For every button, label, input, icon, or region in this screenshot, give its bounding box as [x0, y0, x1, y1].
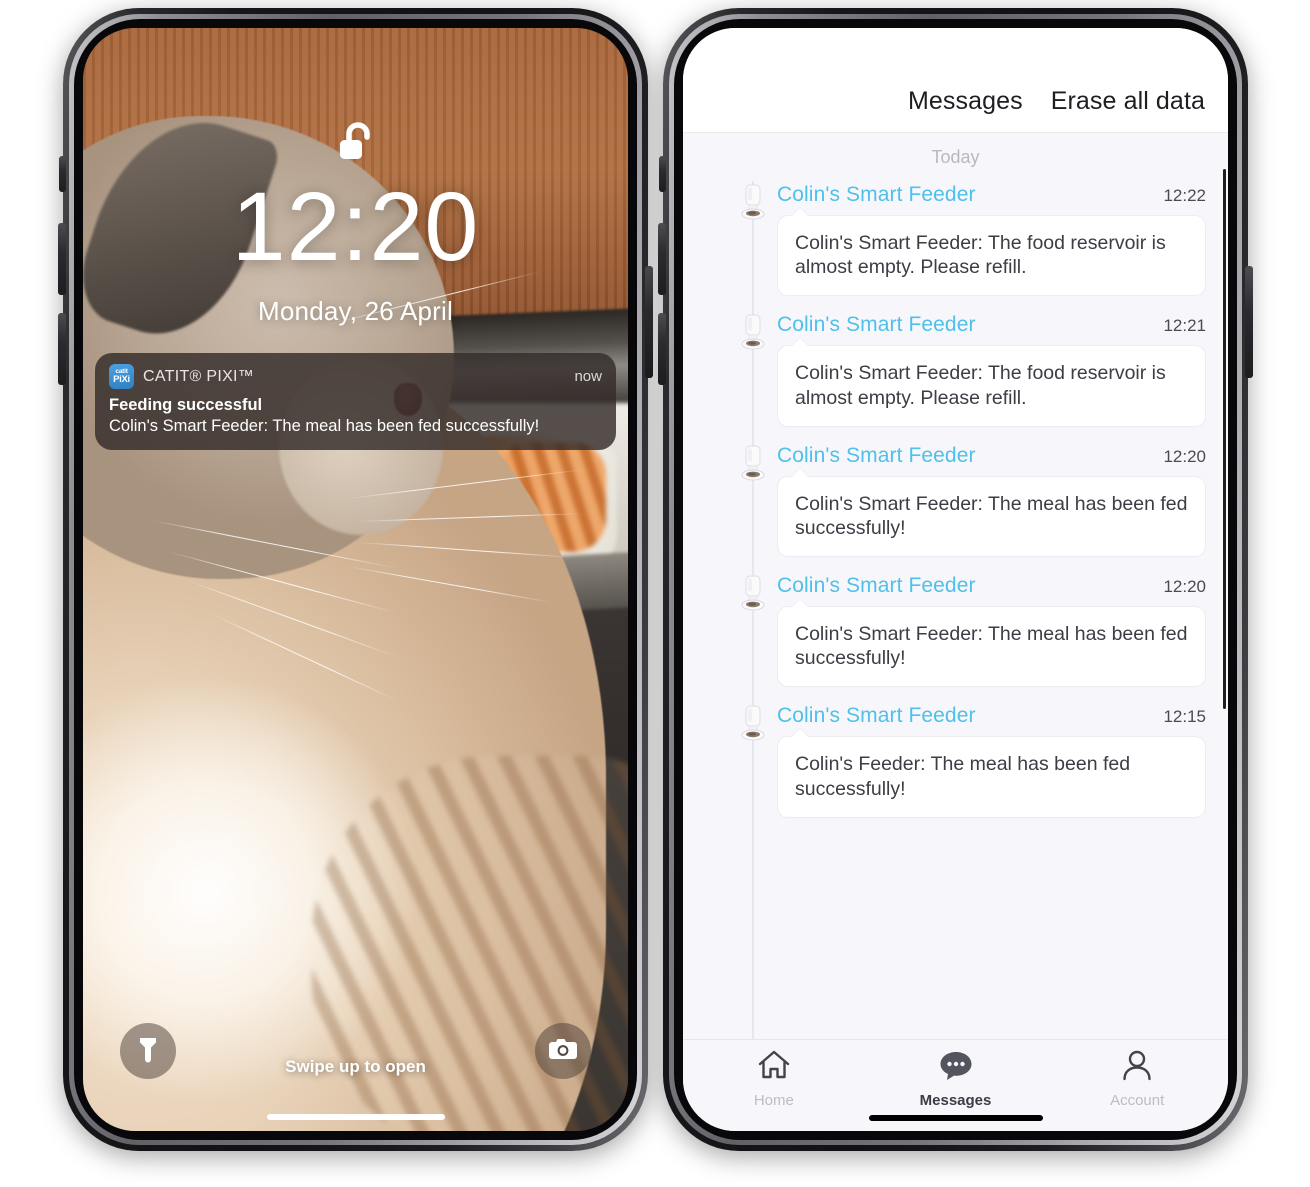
- message-sender[interactable]: Colin's Smart Feeder: [777, 444, 976, 468]
- tab-label: Home: [753, 1092, 794, 1109]
- message-bubble: Colin's Smart Feeder: The food reservoir…: [777, 337, 1206, 427]
- tab-label: Messages: [919, 1092, 992, 1109]
- lock-screen-bottom-controls: Swipe up to open: [83, 1001, 628, 1131]
- catit-pixi-app-icon: catit PiXi: [109, 364, 134, 389]
- home-indicator[interactable]: [266, 1114, 445, 1120]
- smart-feeder-device-icon: [737, 575, 769, 617]
- power-button[interactable]: [645, 266, 653, 378]
- smart-feeder-device-icon: [737, 445, 769, 487]
- unlocked-padlock-icon: [335, 121, 377, 172]
- phone-lock-screen: 12:20 Monday, 26 April catit PiXi CATIT®…: [58, 8, 653, 1151]
- message-list: Colin's Smart Feeder 12:22 Colin's Smart F…: [683, 176, 1228, 832]
- lock-screen-overlay: 12:20 Monday, 26 April catit PiXi CATIT®…: [83, 28, 628, 1131]
- message-timestamp: 12:22: [1163, 186, 1206, 205]
- notification-timestamp: now: [574, 368, 602, 385]
- lock-clock: 12:20: [231, 172, 480, 281]
- message-bubble: Colin's Smart Feeder: The food reservoir…: [777, 206, 1206, 297]
- message-row[interactable]: Colin's Smart Feeder 12:20 Colin's Smart F…: [683, 437, 1228, 567]
- message-row[interactable]: Colin's Smart Feeder 12:15 Colin's Feeder:…: [683, 697, 1228, 827]
- message-header: Colin's Smart Feeder 12:20: [777, 574, 1206, 598]
- mute-switch[interactable]: [659, 156, 666, 192]
- day-separator: Today: [931, 147, 980, 167]
- notification-title: Feeding successful: [109, 396, 263, 414]
- house-icon: [757, 1049, 791, 1086]
- smart-feeder-device-icon: [737, 184, 769, 226]
- notification-banner[interactable]: catit PiXi CATIT® PIXI™ now Feeding succ…: [95, 353, 616, 451]
- message-timestamp: 12:21: [1163, 316, 1206, 336]
- volume-down-button[interactable]: [658, 313, 666, 385]
- power-button[interactable]: [1245, 266, 1253, 378]
- volume-down-button[interactable]: [58, 313, 66, 385]
- page-title: Messages: [907, 87, 1023, 115]
- smart-feeder-device-icon: [737, 314, 769, 356]
- smart-feeder-device-icon: [737, 705, 769, 747]
- message-sender[interactable]: Colin's Smart Feeder: [777, 313, 976, 337]
- app-icon-bottom-text: PiXi: [113, 374, 130, 385]
- volume-up-button[interactable]: [58, 223, 66, 295]
- messages-app: Messages Erase all data Today Colin's Sm…: [683, 28, 1228, 1131]
- scrollbar-thumb[interactable]: [1223, 169, 1226, 709]
- lock-screen[interactable]: 12:20 Monday, 26 April catit PiXi CATIT®…: [83, 28, 628, 1131]
- notification-app-name: CATIT® PIXI™: [143, 367, 255, 385]
- person-icon: [1120, 1049, 1154, 1086]
- message-bubble: Colin's Smart Feeder: The meal has been …: [777, 597, 1206, 688]
- message-row[interactable]: Colin's Smart Feeder 12:21 Colin's Smart F…: [683, 306, 1228, 436]
- message-timestamp: 12:15: [1163, 707, 1206, 727]
- notification-body: Colin's Smart Feeder: The meal has been …: [109, 417, 540, 435]
- message-sender[interactable]: Colin's Smart Feeder: [777, 704, 976, 728]
- chat-bubble-icon: [939, 1049, 973, 1086]
- message-bubble: Colin's Smart Feeder: The meal has been …: [777, 467, 1206, 558]
- app-header: Messages Erase all data: [683, 28, 1228, 133]
- tab-home[interactable]: Home: [683, 1049, 865, 1109]
- message-row[interactable]: Colin's Smart Feeder 12:22 Colin's Smart F…: [683, 176, 1228, 306]
- message-bubble: Colin's Feeder: The meal has been fed su…: [777, 728, 1206, 818]
- message-header: Colin's Smart Feeder 12:20: [777, 444, 1206, 468]
- message-sender[interactable]: Colin's Smart Feeder: [777, 183, 976, 207]
- erase-all-data-button[interactable]: Erase all data: [1051, 87, 1214, 116]
- screenshot-stage: 12:20 Monday, 26 April catit PiXi CATIT®…: [0, 0, 1310, 1187]
- phone-app-screen: Messages Erase all data Today Colin's Sm…: [658, 8, 1253, 1151]
- app-screen: Messages Erase all data Today Colin's Sm…: [683, 28, 1228, 1131]
- message-header: Colin's Smart Feeder 12:21: [777, 313, 1206, 337]
- tab-messages[interactable]: Messages: [865, 1049, 1047, 1109]
- lock-date: Monday, 26 April: [258, 296, 453, 326]
- tab-account[interactable]: Account: [1046, 1049, 1228, 1109]
- message-header: Colin's Smart Feeder 12:15: [777, 704, 1206, 728]
- message-timestamp: 12:20: [1163, 446, 1206, 466]
- mute-switch[interactable]: [59, 156, 66, 192]
- message-row[interactable]: Colin's Smart Feeder 12:20 Colin's Smart F…: [683, 567, 1228, 697]
- message-timestamp: 12:20: [1163, 577, 1206, 597]
- home-indicator[interactable]: [868, 1115, 1043, 1121]
- volume-up-button[interactable]: [658, 223, 666, 295]
- notification-header: catit PiXi CATIT® PIXI™ now: [109, 364, 602, 389]
- messages-scroll-area[interactable]: Today Colin's Smart Feeder 12:22 Colin's S…: [683, 133, 1228, 1039]
- message-header: Colin's Smart Feeder 12:22: [777, 183, 1206, 207]
- swipe-up-hint: Swipe up to open: [285, 1057, 426, 1076]
- message-sender[interactable]: Colin's Smart Feeder: [777, 574, 976, 598]
- tab-label: Account: [1110, 1092, 1165, 1109]
